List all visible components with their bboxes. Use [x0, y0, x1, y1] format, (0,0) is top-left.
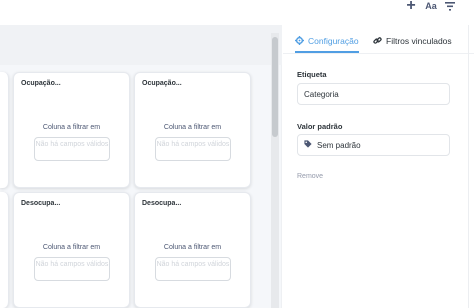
card-title: Desocupa...: [21, 200, 61, 207]
field-select[interactable]: Não há campos válidos: [155, 257, 231, 281]
link-icon: [373, 36, 382, 47]
filter-card[interactable]: Ocupação... Coluna a filtrar em Não há c…: [134, 72, 251, 188]
card-filter-label: Coluna a filtrar em: [42, 124, 101, 131]
filter-card[interactable]: Desocupa... Coluna a filtrar em Não há c…: [134, 192, 251, 308]
tab-label: Filtros vinculados: [386, 36, 452, 46]
gear-icon: [295, 35, 304, 47]
filter-icon[interactable]: [444, 0, 456, 12]
plus-icon[interactable]: +: [405, 0, 417, 14]
tab-configuration[interactable]: Configuração: [295, 33, 359, 49]
card-filter-label: Coluna a filtrar em: [163, 124, 222, 131]
top-toolbar: + Aa: [0, 0, 474, 25]
label-field-label: Etiqueta: [297, 70, 327, 79]
filter-settings-sidebar: Configuração Filtros vinculados Etiqueta…: [283, 25, 474, 308]
dashboard-canvas: Ocupação... Coluna a filtrar em Não há c…: [0, 25, 282, 308]
field-select[interactable]: Não há campos válidos: [34, 137, 110, 161]
filter-card[interactable]: Ocupação... Coluna a filtrar em Não há c…: [13, 72, 130, 188]
canvas-header-band: [0, 25, 282, 65]
default-value-text: Sem padrão: [317, 140, 361, 150]
label-input[interactable]: Categoria: [297, 83, 450, 105]
card-title: Ocupação...: [21, 80, 61, 87]
field-select[interactable]: Não há campos válidos: [34, 257, 110, 281]
text-card-icon[interactable]: Aa: [424, 0, 438, 12]
field-select[interactable]: Não há campos válidos: [155, 137, 231, 161]
scrollbar-thumb[interactable]: [272, 37, 278, 137]
filter-card[interactable]: Desocupa... Coluna a filtrar em Não há c…: [13, 192, 130, 308]
card-partial: [0, 72, 9, 188]
panel-edge: [468, 25, 469, 308]
card-filter-label: Coluna a filtrar em: [42, 244, 101, 251]
card-filter-label: Coluna a filtrar em: [163, 244, 222, 251]
tag-icon: [304, 140, 312, 150]
card-title: Ocupação...: [142, 80, 182, 87]
remove-link[interactable]: Remove: [297, 173, 323, 180]
card-title: Desocupa...: [142, 200, 182, 207]
tab-linked-filters[interactable]: Filtros vinculados: [373, 33, 452, 49]
tab-label: Configuração: [308, 36, 359, 46]
tab-divider: [283, 53, 474, 54]
label-input-value: Categoria: [304, 89, 339, 99]
default-value-label: Valor padrão: [297, 122, 343, 131]
default-value-select[interactable]: Sem padrão: [297, 134, 450, 156]
card-partial: [0, 192, 9, 308]
